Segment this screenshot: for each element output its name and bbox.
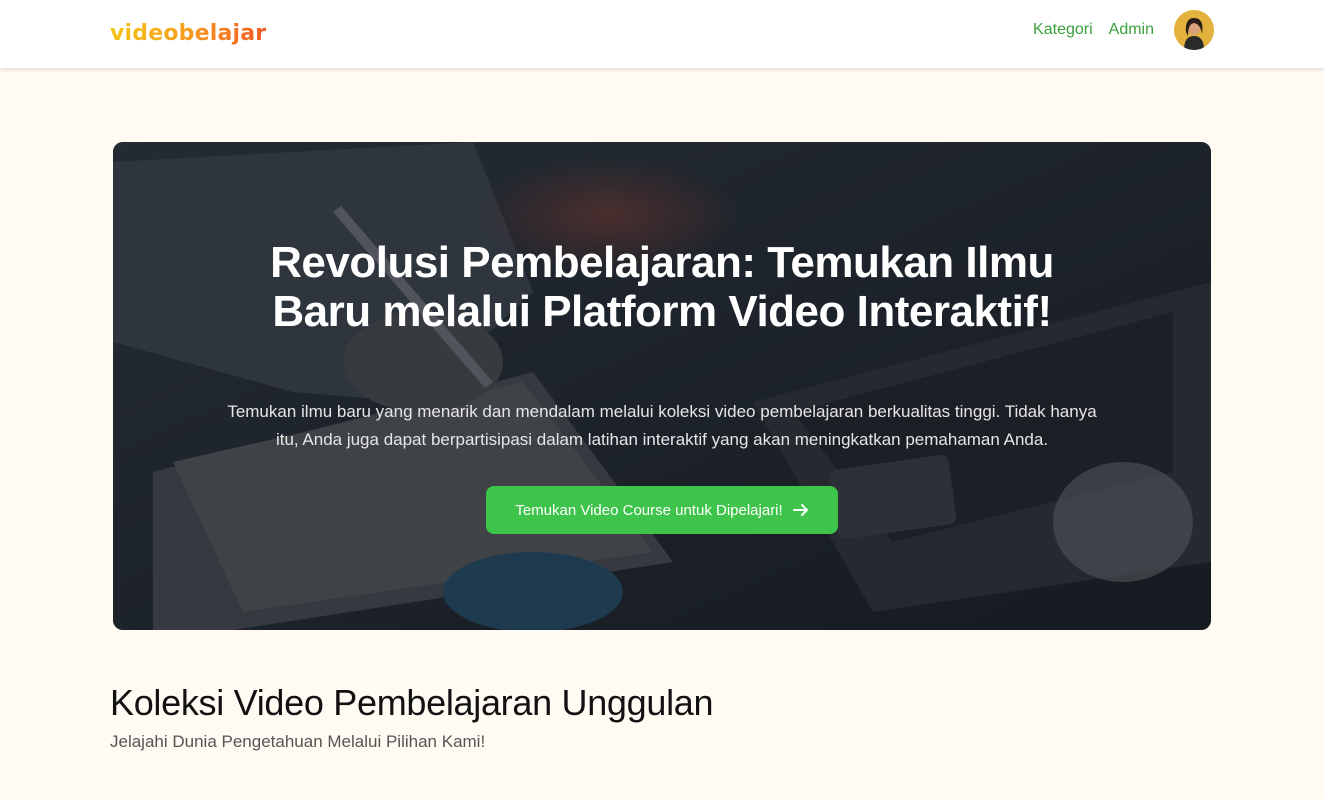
user-avatar[interactable] [1174, 10, 1214, 50]
section-subtitle: Jelajahi Dunia Pengetahuan Melalui Pilih… [110, 732, 486, 751]
hero-banner: Revolusi Pembelajaran: Temukan Ilmu Baru… [113, 142, 1211, 630]
hero-description: Temukan ilmu baru yang menarik dan menda… [227, 402, 1097, 449]
find-course-button[interactable]: Temukan Video Course untuk Dipelajari! [486, 486, 838, 534]
user-avatar-icon [1174, 10, 1214, 50]
hero-title: Revolusi Pembelajaran: Temukan Ilmu Baru… [270, 238, 1054, 336]
nav-link-admin[interactable]: Admin [1109, 21, 1154, 39]
find-course-button-label: Temukan Video Course untuk Dipelajari! [515, 501, 783, 519]
nav-menu: Kategori Admin [1033, 10, 1214, 50]
arrow-right-icon [792, 503, 809, 517]
nav-link-kategori[interactable]: Kategori [1033, 21, 1093, 39]
top-navbar: videobelajar Kategori Admin [0, 0, 1324, 68]
hero-overlay [113, 142, 1211, 630]
site-logo[interactable]: videobelajar [110, 20, 266, 48]
section-title: Koleksi Video Pembelajaran Unggulan [110, 682, 714, 723]
